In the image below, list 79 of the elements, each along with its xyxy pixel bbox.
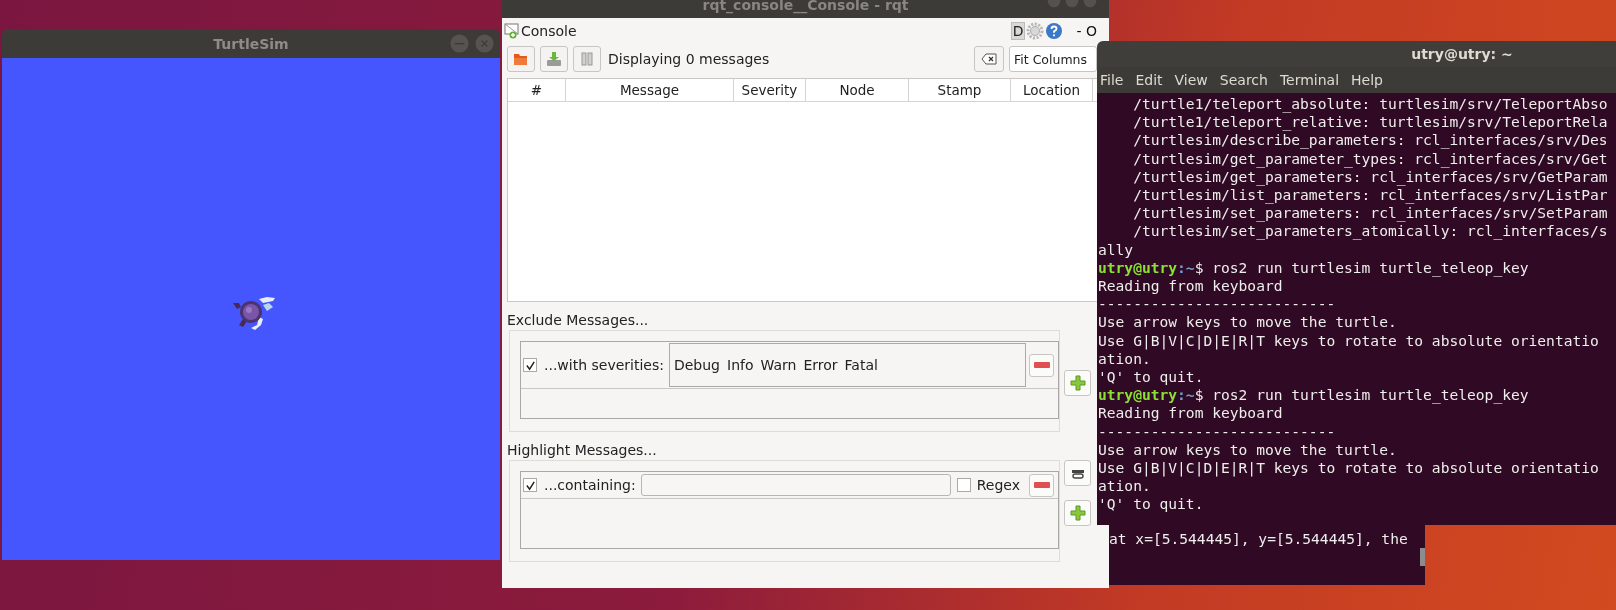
severity-item[interactable]: Debug: [673, 357, 720, 373]
terminal-line: at x=[5.544445], y=[5.544445], the: [1109, 530, 1409, 549]
column-header[interactable]: Node: [806, 79, 909, 101]
column-header[interactable]: Message: [566, 79, 734, 101]
help-icon[interactable]: [1045, 22, 1064, 40]
minus-icon: [1033, 362, 1050, 368]
clear-button[interactable]: [974, 46, 1004, 72]
window-title: rqt_console__Console - rqt: [702, 0, 909, 13]
text-field[interactable]: [640, 474, 951, 496]
terminal-line: 'Q' to quit.: [1098, 368, 1205, 387]
scrollbar-thumb[interactable]: [1420, 548, 1425, 566]
terminal-line: Reading from keyboard: [1098, 404, 1284, 423]
terminal-line: 'Q' to quit.: [1098, 495, 1205, 514]
window-title: utry@utry: ~: [1411, 46, 1513, 62]
clear-highlight-button[interactable]: [1064, 460, 1091, 486]
column-header[interactable]: Severity: [734, 79, 806, 101]
terminal-line: /turtlesim/get_parameter_types: rcl_interfaces/srv/Get: [1132, 149, 1609, 168]
checkbox[interactable]: [523, 478, 537, 492]
terminal-line: ation.: [1098, 477, 1152, 496]
severity-item[interactable]: Info: [727, 357, 754, 373]
fit-columns-button[interactable]: Fit Columns: [1009, 46, 1097, 72]
open-button[interactable]: [507, 46, 535, 72]
terminal-line: Reading from keyboard: [1098, 277, 1284, 296]
terminal-line: /turtle1/teleport_absolute: turtlesim/srv/TeleportAbso: [1132, 95, 1609, 114]
add-button[interactable]: [1064, 370, 1091, 396]
message-count: Displaying 0 messages: [608, 51, 770, 67]
minimize-icon[interactable]: [450, 34, 469, 53]
column-header[interactable]: Location: [1011, 79, 1093, 101]
drive-arrow-icon: [545, 50, 563, 68]
terminal-line: /turtlesim/set_parameters_atomically: rcl_interfaces/s: [1132, 222, 1609, 241]
plus-icon: [1069, 375, 1086, 391]
pause-icon: [578, 50, 596, 68]
column-header[interactable]: Stamp: [909, 79, 1011, 101]
regex-label: Regex: [976, 477, 1020, 493]
menu-item[interactable]: Edit: [1135, 72, 1163, 88]
backspace-icon: [980, 50, 998, 68]
terminal-line: utry@utry:~$ ros2 run turtlesim turtle_teleop_key: [1098, 386, 1530, 405]
section-title: Exclude Messages...: [507, 312, 649, 328]
dock-controls[interactable]: - O: [1076, 23, 1097, 39]
terminal-line: Use arrow keys to move the turtle.: [1098, 440, 1398, 460]
severity-item[interactable]: Fatal: [844, 357, 878, 373]
remove-button[interactable]: [1029, 353, 1054, 377]
minus-icon: [1033, 482, 1050, 488]
column-header[interactable]: #: [508, 79, 566, 101]
section-title: Highlight Messages...: [507, 442, 657, 458]
add-button[interactable]: [1064, 500, 1091, 526]
terminal-line: ally: [1098, 240, 1135, 259]
terminal-line: Use G|B|V|C|D|E|R|T keys to rotate to absolute orientatio: [1098, 331, 1600, 350]
terminal-line: ation.: [1098, 349, 1151, 369]
severity-item[interactable]: Error: [803, 357, 838, 373]
menu-item[interactable]: View: [1174, 72, 1208, 88]
terminal-line: /turtlesim/list_parameters: rcl_interfaces/srv/ListPar: [1132, 186, 1609, 205]
window-title: TurtleSim: [213, 35, 289, 52]
plus-icon: [1069, 505, 1086, 521]
terminal-line: ---------------------------: [1098, 295, 1337, 314]
terminal-line: utry@utry:~$ ros2 run turtlesim turtle_teleop_key: [1098, 258, 1530, 278]
plugin-title: Console: [521, 23, 577, 39]
terminal-line: /turtlesim/set_parameters: rcl_interfaces/srv/SetParam: [1132, 204, 1609, 223]
checkbox[interactable]: [956, 478, 971, 492]
remove-button[interactable]: [1029, 473, 1054, 497]
checkbox[interactable]: [523, 358, 537, 372]
close-icon[interactable]: [475, 34, 494, 53]
terminal-line: /turtlesim/get_parameters: rcl_interfaces/srv/GetParam: [1132, 167, 1609, 186]
severity-item[interactable]: Warn: [760, 357, 797, 373]
menu-item[interactable]: Search: [1219, 72, 1268, 88]
menu-item[interactable]: Terminal: [1279, 72, 1340, 88]
terminal-line: Use G|B|V|C|D|E|R|T keys to rotate to absolute orientatio: [1098, 459, 1600, 478]
terminal-line: Use arrow keys to move the turtle.: [1098, 313, 1398, 332]
terminal-line: ---------------------------: [1098, 422, 1337, 441]
pause-button[interactable]: [573, 46, 601, 72]
terminal-line: /turtlesim/describe_parameters: rcl_interfaces/srv/Des: [1132, 131, 1609, 150]
d-button[interactable]: D: [1010, 22, 1026, 40]
menu-item[interactable]: File: [1100, 72, 1124, 88]
filter-label: ...containing:: [544, 477, 636, 493]
gear-icon[interactable]: [1026, 22, 1045, 40]
filter-label: ...with severities:: [544, 357, 664, 373]
menu-item[interactable]: Help: [1351, 72, 1383, 88]
terminal-line: /turtle1/teleport_relative: turtlesim/srv/TeleportRela: [1132, 113, 1609, 132]
save-button[interactable]: [540, 46, 568, 72]
